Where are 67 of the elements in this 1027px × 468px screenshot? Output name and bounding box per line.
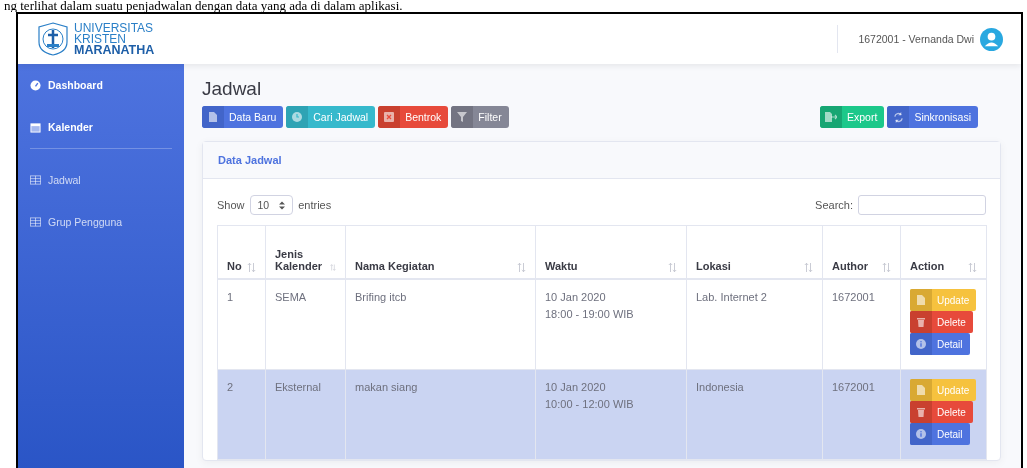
sidebar-item[interactable]: Kalender <box>30 106 172 148</box>
page-title: Jadwal <box>202 78 263 100</box>
gauge-icon <box>30 79 41 91</box>
sidebar-item[interactable]: Jadwal <box>30 159 172 201</box>
table-cell: Brifing itcb <box>355 291 407 303</box>
table-cell: 10 Jan 2020 18:00 - 19:00 WIB <box>545 291 634 320</box>
search-label: Search: <box>815 199 853 211</box>
filter-icon <box>457 112 468 122</box>
document-icon <box>917 295 925 305</box>
action-button[interactable]: Detail <box>910 423 970 445</box>
action-button[interactable]: Detail <box>910 333 970 355</box>
table-icon <box>30 175 41 185</box>
action-button[interactable]: Bentrok <box>378 106 449 128</box>
table-cell: Eksternal <box>275 381 321 393</box>
sidebar-item[interactable]: Grup Pengguna <box>30 201 172 243</box>
table-cell: 1 <box>227 291 234 303</box>
university-logo-text: UNIVERSITAS KRISTEN MARANATHA <box>74 22 155 56</box>
sort-icon[interactable] <box>247 263 256 272</box>
table-cell: 1672001 <box>832 291 875 303</box>
sort-icon[interactable] <box>330 263 336 272</box>
column-header[interactable]: No <box>227 260 242 272</box>
column-header[interactable]: Author <box>832 260 869 272</box>
sidebar-item[interactable]: Dashboard <box>30 64 172 106</box>
document-caption: ng terlihat dalam suatu penjadwalan dengan data yang ada di dalam aplikasi. <box>3 0 404 12</box>
table-cell: 1672001 <box>832 381 875 393</box>
sort-icon[interactable] <box>882 263 891 272</box>
column-header[interactable]: Lokasi <box>696 260 731 272</box>
card-title: Data Jadwal <box>218 154 282 166</box>
document-icon <box>917 385 925 395</box>
trash-icon <box>917 317 925 327</box>
university-seal-icon <box>36 22 70 56</box>
column-header[interactable]: Waktu <box>545 260 578 272</box>
search-field[interactable] <box>858 195 986 215</box>
entries-select[interactable]: 10 <box>249 195 294 215</box>
close-icon <box>384 112 395 122</box>
info-icon <box>916 429 926 439</box>
document-icon <box>209 112 217 122</box>
table-icon <box>30 217 41 227</box>
export-icon <box>825 112 838 122</box>
action-button[interactable]: Cari Jadwal <box>286 106 376 128</box>
action-button[interactable]: Filter <box>451 106 509 128</box>
sort-icon[interactable] <box>968 263 977 272</box>
entries-label: entries <box>298 199 332 211</box>
table-cell: Lab. Internet 2 <box>696 291 767 303</box>
action-button[interactable]: Delete <box>910 311 973 333</box>
spinner-arrows-icon <box>279 200 286 210</box>
table-cell: 2 <box>227 381 234 393</box>
column-header[interactable]: Action <box>910 260 945 272</box>
action-button[interactable]: Data Baru <box>202 106 284 128</box>
table-cell: SEMA <box>275 291 307 303</box>
table-cell: 10 Jan 2020 10:00 - 12:00 WIB <box>545 381 634 410</box>
action-button[interactable]: Delete <box>910 401 973 423</box>
action-button[interactable]: Sinkronisasi <box>887 106 978 128</box>
sync-icon <box>892 111 904 123</box>
user-name[interactable]: 1672001 - Vernanda Dwi <box>858 33 974 45</box>
clock-icon <box>292 112 303 122</box>
show-label: Show <box>217 199 245 211</box>
trash-icon <box>917 407 925 417</box>
table-cell: Indonesia <box>696 381 744 393</box>
calendar-icon <box>30 121 41 133</box>
column-header[interactable]: Nama Kegiatan <box>355 260 435 272</box>
sort-icon[interactable] <box>668 263 677 272</box>
sort-icon[interactable] <box>804 263 813 272</box>
user-avatar-icon[interactable] <box>980 27 1003 51</box>
sort-icon[interactable] <box>517 263 526 272</box>
table-cell: makan siang <box>355 381 418 393</box>
info-icon <box>916 339 926 349</box>
